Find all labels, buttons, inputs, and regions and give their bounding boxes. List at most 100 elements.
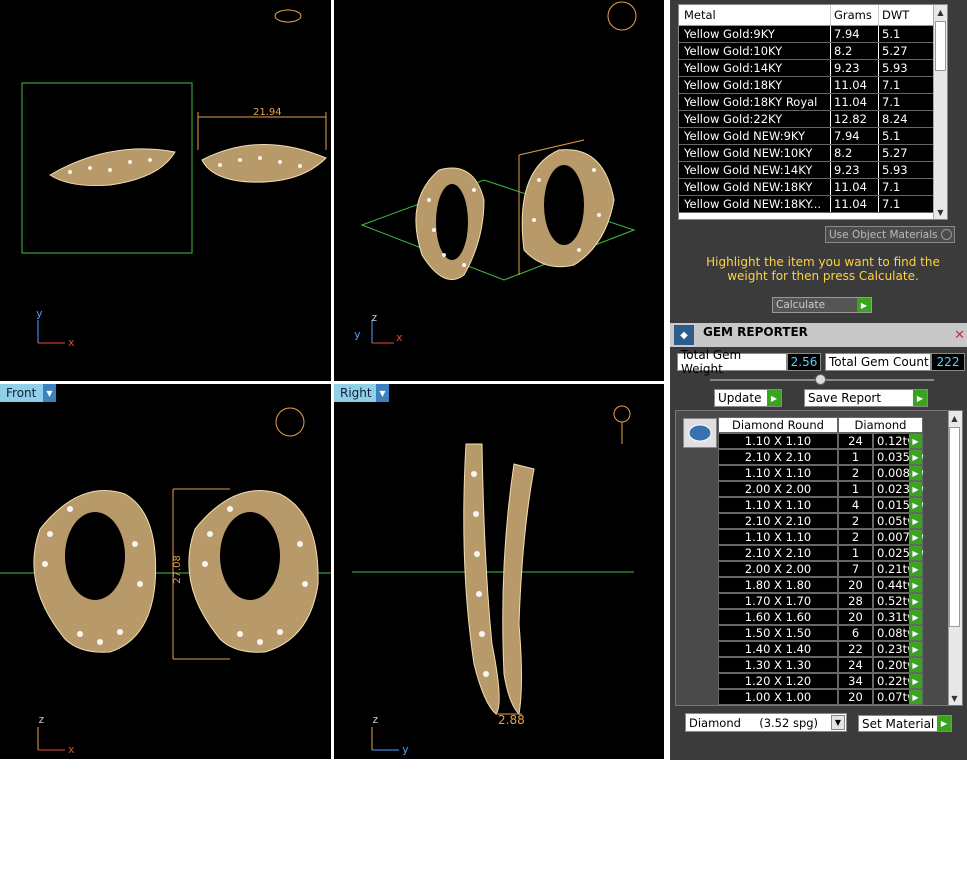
chevron-down-icon[interactable]: ▼: [831, 715, 845, 730]
save-report-button[interactable]: Save Report ▶: [804, 389, 928, 407]
dwt-cell: 5.1: [879, 128, 937, 144]
table-row[interactable]: 1.10 X 1.10 24 0.12tw ▶: [718, 433, 923, 449]
panel-splitter[interactable]: [710, 374, 934, 385]
viewport-right-menu[interactable]: Right ▼: [334, 384, 389, 402]
viewport-perspective[interactable]: z y x: [334, 0, 664, 381]
use-object-materials-toggle[interactable]: Use Object Materials: [825, 226, 955, 243]
table-row[interactable]: Yellow Gold:9KY 7.94 5.1: [679, 26, 947, 43]
play-arrow-icon[interactable]: ▶: [909, 674, 922, 688]
viewport-top[interactable]: 21.94 y x: [0, 0, 331, 381]
material-select[interactable]: Diamond (3.52 spg) ▼: [685, 713, 847, 732]
column-header-material[interactable]: Diamond: [838, 417, 923, 433]
table-row[interactable]: Yellow Gold NEW:18KY... 11.04 7.1: [679, 196, 947, 213]
scroll-down-icon[interactable]: ▼: [948, 691, 961, 705]
gem-weight-cell: 0.23tw ▶: [873, 641, 923, 657]
table-row[interactable]: 2.10 X 2.10 2 0.05tw ▶: [718, 513, 923, 529]
chevron-down-icon[interactable]: ▼: [376, 384, 389, 402]
table-row[interactable]: Yellow Gold NEW:9KY 7.94 5.1: [679, 128, 947, 145]
splitter-handle-icon[interactable]: [815, 374, 826, 385]
play-arrow-icon[interactable]: ▶: [909, 578, 922, 592]
set-material-button[interactable]: Set Material ▶: [858, 715, 952, 732]
gem-weight-cell: 0.007tw ▶: [873, 529, 924, 545]
play-arrow-icon[interactable]: ▶: [909, 450, 922, 464]
gem-weight-cell: 0.023tw ▶: [873, 481, 924, 497]
table-row[interactable]: Yellow Gold:18KY 11.04 7.1: [679, 77, 947, 94]
table-row[interactable]: Yellow Gold NEW:14KY 9.23 5.93: [679, 162, 947, 179]
table-row[interactable]: Yellow Gold:10KY 8.2 5.27: [679, 43, 947, 60]
right-view-model: [352, 405, 634, 751]
table-row[interactable]: 1.50 X 1.50 6 0.08tw ▶: [718, 625, 923, 641]
gem-reporter-icon: ◆: [673, 324, 695, 346]
table-row[interactable]: 2.00 X 2.00 1 0.023tw ▶: [718, 481, 924, 497]
viewport-front-menu[interactable]: Front ▼: [0, 384, 56, 402]
gem-size-cell: 1.40 X 1.40: [718, 641, 838, 657]
calculate-hint: Highlight the item you want to find the …: [706, 255, 940, 283]
gem-weight-cell: 0.31tw ▶: [873, 609, 923, 625]
play-arrow-icon[interactable]: ▶: [909, 546, 922, 560]
gem-size-cell-text: 2.00 X 2.00: [744, 482, 812, 496]
table-row[interactable]: Yellow Gold NEW:18KY 11.04 7.1: [679, 179, 947, 196]
play-arrow-icon[interactable]: ▶: [909, 514, 922, 528]
gem-count-cell: 2: [838, 529, 873, 545]
scroll-up-icon[interactable]: ▲: [934, 5, 947, 19]
use-object-materials-label: Use Object Materials: [829, 228, 938, 241]
table-row[interactable]: 2.00 X 2.00 7 0.21tw ▶: [718, 561, 923, 577]
table-row[interactable]: Yellow Gold:18KY Royal 11.04 7.1: [679, 94, 947, 111]
play-arrow-icon[interactable]: ▶: [909, 434, 922, 448]
column-header-dwt[interactable]: DWT: [879, 5, 937, 25]
table-row[interactable]: 1.70 X 1.70 28 0.52tw ▶: [718, 593, 923, 609]
column-header-grams[interactable]: Grams: [831, 5, 879, 25]
play-arrow-icon[interactable]: ▶: [909, 482, 922, 496]
gem-weight-cell: 0.12tw ▶: [873, 433, 923, 449]
metal-name-cell: Yellow Gold:9KY: [679, 26, 831, 42]
dwt-cell: 7.1: [879, 77, 937, 93]
chevron-down-icon[interactable]: ▼: [43, 384, 56, 402]
update-button[interactable]: Update ▶: [714, 389, 782, 407]
column-header-shape[interactable]: Diamond Round: [718, 417, 838, 433]
viewport-front[interactable]: Front ▼ 27.08 z x: [0, 384, 331, 759]
table-header: Metal Grams DWT: [679, 5, 947, 26]
play-arrow-icon[interactable]: ▶: [909, 642, 922, 656]
table-row[interactable]: 1.10 X 1.10 2 0.007tw ▶: [718, 529, 924, 545]
gem-count-cell: 4: [838, 497, 873, 513]
height-dimension: 27.08: [171, 555, 183, 584]
table-row[interactable]: 1.20 X 1.20 34 0.22tw ▶: [718, 673, 923, 689]
table-row[interactable]: 1.60 X 1.60 20 0.31tw ▶: [718, 609, 923, 625]
play-arrow-icon[interactable]: ▶: [909, 562, 922, 576]
table-row[interactable]: 1.40 X 1.40 22 0.23tw ▶: [718, 641, 923, 657]
gem-count-cell: 20: [838, 689, 873, 705]
scrollbar-thumb[interactable]: [935, 21, 946, 71]
gem-size-cell: 2.10 X 2.10: [718, 449, 838, 465]
table-row[interactable]: 1.80 X 1.80 20 0.44tw ▶: [718, 577, 923, 593]
play-arrow-icon[interactable]: ▶: [909, 626, 922, 640]
play-arrow-icon[interactable]: ▶: [909, 690, 922, 704]
column-header-metal[interactable]: Metal: [679, 5, 831, 25]
table-row[interactable]: 2.10 X 2.10 1 0.025tw ▶: [718, 545, 924, 561]
play-arrow-icon[interactable]: ▶: [909, 658, 922, 672]
table-row[interactable]: 2.10 X 2.10 1 0.035tw ▶: [718, 449, 924, 465]
metal-name-cell: Yellow Gold NEW:9KY: [679, 128, 831, 144]
play-arrow-icon[interactable]: ▶: [909, 594, 922, 608]
play-arrow-icon[interactable]: ▶: [909, 610, 922, 624]
table-row[interactable]: Yellow Gold NEW:10KY 8.2 5.27: [679, 145, 947, 162]
gem-table-scrollbar[interactable]: ▲ ▼: [948, 411, 962, 705]
table-row[interactable]: 1.10 X 1.10 2 0.008tw ▶: [718, 465, 924, 481]
viewport-right[interactable]: Right ▼ 2.88 z y: [334, 384, 664, 759]
play-arrow-icon[interactable]: ▶: [909, 498, 922, 512]
play-arrow-icon[interactable]: ▶: [909, 530, 922, 544]
gem-count-cell: 28: [838, 593, 873, 609]
table-row[interactable]: Yellow Gold:14KY 9.23 5.93: [679, 60, 947, 77]
metal-table-scrollbar[interactable]: ▲ ▼: [933, 5, 947, 219]
table-row[interactable]: Yellow Gold:22KY 12.82 8.24: [679, 111, 947, 128]
table-row[interactable]: 1.00 X 1.00 20 0.07tw ▶: [718, 689, 923, 705]
close-icon[interactable]: ✕: [954, 328, 965, 343]
gem-size-cell: 1.70 X 1.70: [718, 593, 838, 609]
play-arrow-icon[interactable]: ▶: [909, 466, 922, 480]
table-row[interactable]: 1.30 X 1.30 24 0.20tw ▶: [718, 657, 923, 673]
table-row[interactable]: 1.10 X 1.10 4 0.015tw ▶: [718, 497, 924, 513]
scrollbar-thumb[interactable]: [949, 427, 960, 627]
metal-weight-table: Metal Grams DWT Yellow Gold:9KY 7.94 5.1 Ye…: [678, 4, 948, 220]
scroll-up-icon[interactable]: ▲: [948, 411, 961, 425]
scroll-down-icon[interactable]: ▼: [934, 205, 947, 219]
calculate-button[interactable]: Calculate ▶: [772, 297, 872, 313]
